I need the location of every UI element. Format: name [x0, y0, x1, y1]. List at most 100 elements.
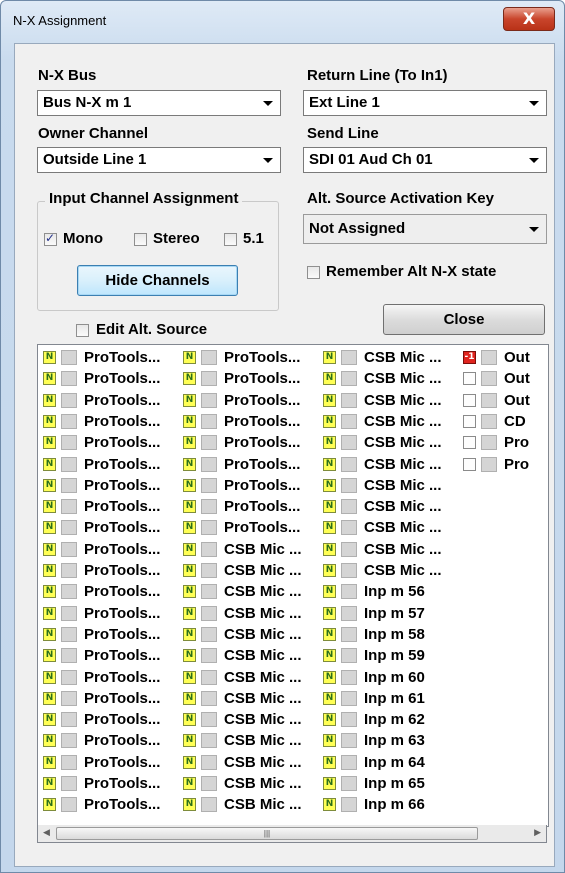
channel-toggle-box[interactable]: [61, 435, 77, 451]
channel-toggle-box[interactable]: [481, 456, 497, 472]
n-badge-icon[interactable]: N: [183, 478, 196, 492]
n-badge-icon[interactable]: N: [183, 351, 196, 364]
channel-toggle-box[interactable]: [481, 392, 497, 408]
channel-toggle-box[interactable]: [481, 435, 497, 451]
channel-toggle-box[interactable]: [61, 626, 77, 642]
blank-status-icon[interactable]: [463, 414, 476, 428]
n-badge-icon[interactable]: N: [323, 798, 336, 812]
channel-toggle-box[interactable]: [341, 776, 357, 791]
n-badge-icon[interactable]: N: [43, 777, 56, 790]
n-badge-icon[interactable]: N: [323, 542, 336, 556]
stereo-checkbox[interactable]: [134, 233, 147, 246]
n-badge-icon[interactable]: N: [43, 478, 56, 492]
n-badge-icon[interactable]: N: [43, 734, 56, 748]
n-badge-icon[interactable]: N: [183, 542, 196, 556]
n-badge-icon[interactable]: N: [323, 478, 336, 492]
scroll-thumb[interactable]: |||: [56, 827, 478, 840]
channel-toggle-box[interactable]: [341, 733, 357, 749]
channel-toggle-box[interactable]: [201, 690, 217, 706]
n-badge-icon[interactable]: N: [323, 521, 336, 535]
n-badge-icon[interactable]: N: [183, 372, 196, 386]
n-badge-icon[interactable]: N: [183, 670, 196, 684]
channel-toggle-box[interactable]: [341, 690, 357, 706]
n-badge-icon[interactable]: N: [183, 627, 196, 641]
channel-toggle-box[interactable]: [481, 371, 497, 387]
send-line-combo[interactable]: SDI 01 Aud Ch 01: [303, 147, 547, 173]
channel-toggle-box[interactable]: [61, 499, 77, 515]
red-status-icon[interactable]: -1: [463, 351, 476, 364]
n-badge-icon[interactable]: N: [323, 372, 336, 386]
channel-toggle-box[interactable]: [61, 776, 77, 791]
channel-toggle-box[interactable]: [341, 392, 357, 408]
n-badge-icon[interactable]: N: [323, 691, 336, 705]
n-badge-icon[interactable]: N: [43, 798, 56, 812]
n-badge-icon[interactable]: N: [323, 393, 336, 407]
channel-toggle-box[interactable]: [341, 669, 357, 685]
channel-toggle-box[interactable]: [61, 690, 77, 706]
channel-toggle-box[interactable]: [201, 776, 217, 791]
channel-toggle-box[interactable]: [201, 541, 217, 557]
n-badge-icon[interactable]: N: [43, 627, 56, 641]
close-button[interactable]: Close: [383, 304, 545, 335]
channel-toggle-box[interactable]: [341, 350, 357, 365]
channel-toggle-box[interactable]: [61, 605, 77, 621]
blank-status-icon[interactable]: [463, 436, 476, 450]
n-badge-icon[interactable]: N: [43, 606, 56, 620]
n-badge-icon[interactable]: N: [183, 393, 196, 407]
n-badge-icon[interactable]: N: [323, 649, 336, 663]
channel-toggle-box[interactable]: [341, 605, 357, 621]
channel-toggle-box[interactable]: [341, 499, 357, 515]
n-badge-icon[interactable]: N: [323, 457, 336, 471]
n-badge-icon[interactable]: N: [183, 521, 196, 535]
n-badge-icon[interactable]: N: [43, 713, 56, 727]
n-badge-icon[interactable]: N: [323, 500, 336, 514]
blank-status-icon[interactable]: [463, 457, 476, 471]
n-badge-icon[interactable]: N: [183, 585, 196, 599]
channel-toggle-box[interactable]: [201, 754, 217, 770]
channel-toggle-box[interactable]: [201, 435, 217, 451]
n-badge-icon[interactable]: N: [43, 585, 56, 599]
channel-toggle-box[interactable]: [61, 797, 77, 813]
n-badge-icon[interactable]: N: [323, 436, 336, 450]
channel-toggle-box[interactable]: [201, 563, 217, 578]
remember-alt-checkbox[interactable]: [307, 266, 320, 279]
channel-toggle-box[interactable]: [61, 541, 77, 557]
channel-toggle-box[interactable]: [341, 456, 357, 472]
n-badge-icon[interactable]: N: [43, 670, 56, 684]
n-badge-icon[interactable]: N: [323, 670, 336, 684]
n-badge-icon[interactable]: N: [183, 564, 196, 577]
channel-toggle-box[interactable]: [61, 413, 77, 429]
channel-toggle-box[interactable]: [201, 456, 217, 472]
n-badge-icon[interactable]: N: [43, 351, 56, 364]
n-badge-icon[interactable]: N: [323, 777, 336, 790]
channel-toggle-box[interactable]: [341, 712, 357, 728]
channel-toggle-box[interactable]: [341, 754, 357, 770]
n-badge-icon[interactable]: N: [43, 691, 56, 705]
nx-bus-combo[interactable]: Bus N-X m 1: [37, 90, 281, 116]
channel-toggle-box[interactable]: [341, 626, 357, 642]
n-badge-icon[interactable]: N: [43, 500, 56, 514]
n-badge-icon[interactable]: N: [43, 436, 56, 450]
n-badge-icon[interactable]: N: [183, 414, 196, 428]
channel-toggle-box[interactable]: [61, 392, 77, 408]
channel-toggle-box[interactable]: [341, 520, 357, 536]
channel-toggle-box[interactable]: [201, 520, 217, 536]
channel-toggle-box[interactable]: [341, 435, 357, 451]
channel-toggle-box[interactable]: [61, 669, 77, 685]
blank-status-icon[interactable]: [463, 372, 476, 386]
n-badge-icon[interactable]: N: [323, 713, 336, 727]
n-badge-icon[interactable]: N: [43, 542, 56, 556]
channel-toggle-box[interactable]: [341, 648, 357, 664]
blank-status-icon[interactable]: [463, 393, 476, 407]
channel-toggle-box[interactable]: [61, 712, 77, 728]
n-badge-icon[interactable]: N: [323, 734, 336, 748]
channel-toggle-box[interactable]: [61, 648, 77, 664]
channel-toggle-box[interactable]: [201, 499, 217, 515]
horizontal-scrollbar[interactable]: ◀ ||| ▶: [37, 825, 547, 843]
owner-channel-combo[interactable]: Outside Line 1: [37, 147, 281, 173]
n-badge-icon[interactable]: N: [183, 798, 196, 812]
n-badge-icon[interactable]: N: [323, 351, 336, 364]
channel-toggle-box[interactable]: [201, 350, 217, 365]
n-badge-icon[interactable]: N: [183, 713, 196, 727]
channel-toggle-box[interactable]: [61, 754, 77, 770]
